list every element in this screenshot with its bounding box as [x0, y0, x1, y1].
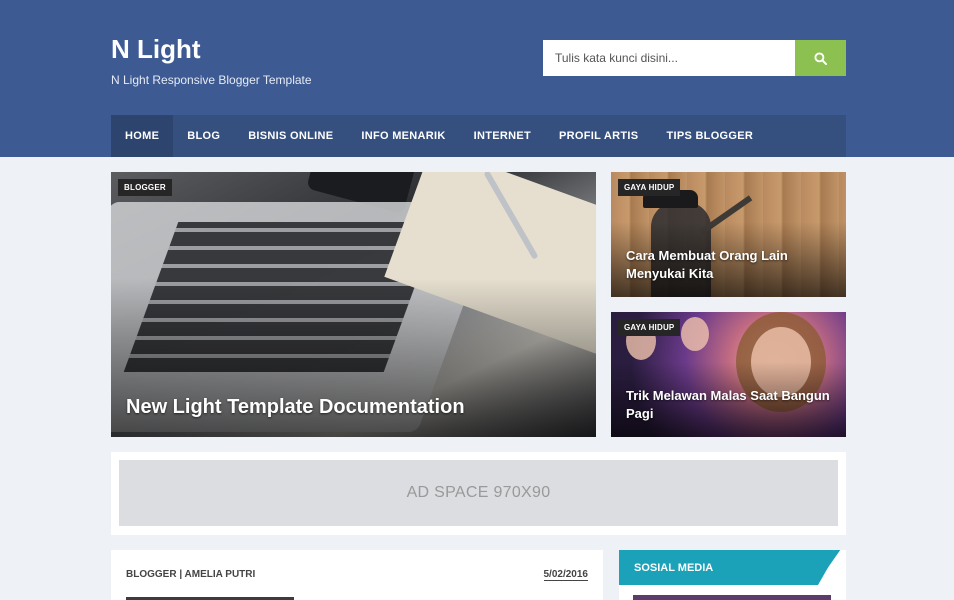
featured-post-main[interactable]: BLOGGER New Light Template Documentation — [111, 172, 596, 437]
featured-title[interactable]: Cara Membuat Orang Lain Menyukai Kita — [626, 247, 836, 283]
category-tag[interactable]: BLOGGER — [118, 179, 172, 196]
featured-post-side-2[interactable]: GAYA HIDUP Trik Melawan Malas Saat Bangu… — [611, 312, 846, 437]
widget-title: SOSIAL MEDIA — [634, 562, 714, 574]
ad-container: AD SPACE 970X90 — [111, 452, 846, 535]
search-form — [543, 40, 846, 76]
social-media-widget: SOSIAL MEDIA — [619, 550, 846, 600]
category-tag[interactable]: GAYA HIDUP — [618, 179, 681, 196]
featured-title[interactable]: New Light Template Documentation — [126, 396, 465, 419]
category-tag[interactable]: GAYA HIDUP — [618, 319, 681, 336]
nav-item-blog[interactable]: BLOG — [173, 115, 234, 157]
nav-item-profil-artis[interactable]: PROFIL ARTIS — [545, 115, 652, 157]
nav-item-info-menarik[interactable]: INFO MENARIK — [347, 115, 459, 157]
featured-post-side-1[interactable]: GAYA HIDUP Cara Membuat Orang Lain Menyu… — [611, 172, 846, 297]
site-header: N Light N Light Responsive Blogger Templ… — [0, 0, 954, 157]
search-icon — [814, 51, 827, 65]
widget-image[interactable] — [633, 595, 831, 600]
post-meta[interactable]: BLOGGER | AMELIA PUTRI — [126, 569, 255, 580]
post-date: 5/02/2016 — [543, 569, 588, 581]
search-input[interactable] — [543, 40, 795, 76]
face-image-shape — [681, 317, 709, 351]
site-description: N Light Responsive Blogger Template — [111, 73, 312, 87]
nav-item-bisnis-online[interactable]: BISNIS ONLINE — [234, 115, 347, 157]
nav-item-internet[interactable]: INTERNET — [460, 115, 545, 157]
search-button[interactable] — [795, 40, 846, 76]
post-card: BLOGGER | AMELIA PUTRI 5/02/2016 — [111, 550, 603, 600]
featured-title[interactable]: Trik Melawan Malas Saat Bangun Pagi — [626, 387, 836, 423]
site-title[interactable]: N Light — [111, 34, 201, 65]
main-nav: HOME BLOG BISNIS ONLINE INFO MENARIK INT… — [111, 115, 846, 157]
ad-space[interactable]: AD SPACE 970X90 — [119, 460, 838, 526]
nav-item-home[interactable]: HOME — [111, 115, 174, 157]
nav-item-tips-blogger[interactable]: TIPS BLOGGER — [652, 115, 767, 157]
